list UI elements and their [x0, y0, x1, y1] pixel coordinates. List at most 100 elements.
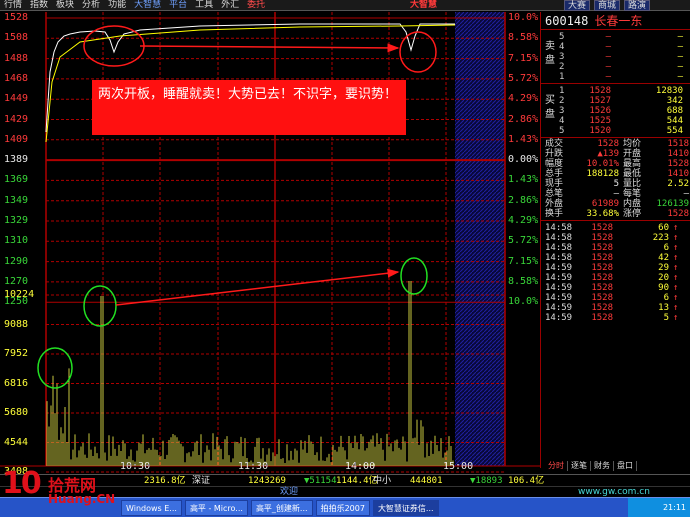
menu-item[interactable]: 功能: [104, 0, 130, 11]
tick-direction-icon: ↑: [673, 233, 679, 243]
orderbook-volume: 544: [666, 116, 683, 126]
sell-orderbook: 卖盘 5— —4— —3— —2— —1— —: [541, 30, 690, 84]
tick-volume: 6: [663, 293, 669, 303]
stats-block: 成交 1528 均价 1518 升跌 ▲139 开盘 1410 幅度 10.01% 最高 1528 总手…: [541, 138, 690, 221]
orderbook-volume: —: [677, 62, 683, 72]
time-tick-label: 11:30: [238, 461, 269, 472]
tick-time: 14:58: [545, 243, 573, 253]
menu-item[interactable]: 行情: [0, 0, 26, 11]
menu-item[interactable]: 分析: [78, 0, 104, 11]
stat-row: 总笔 — 每笔 —: [541, 189, 690, 199]
task-list: Windows E... 高平 - Micro... 高平_创建新... 拍拍乐200…: [118, 499, 439, 516]
menu-item[interactable]: 指数: [26, 0, 52, 11]
orderbook-volume: —: [677, 32, 683, 42]
price-tick-label: 1488: [4, 52, 29, 64]
panel-tab[interactable]: 盘口: [614, 461, 637, 471]
tick-time: 14:58: [545, 253, 573, 263]
orderbook-row: 5 1520 554: [541, 126, 690, 136]
quote-panel: 600148 长春一东 卖盘 5— —4— —3— —2— —1— — 买盘 1 1528 12…: [540, 12, 690, 468]
circle-marker: [400, 257, 428, 295]
tick-list: 14:58 1528 60 ↑ 14:58 1528 223 ↑ 14:58 1528 6 ↑ 14:5…: [541, 221, 690, 323]
stock-name: 长春一东: [594, 14, 643, 28]
orderbook-price: 1525: [589, 116, 611, 126]
menu-item[interactable]: 平台: [165, 0, 191, 11]
orderbook-row: 4 1525 544: [541, 116, 690, 126]
tick-price: 1528: [591, 253, 613, 263]
top-tab[interactable]: 大赛: [564, 0, 591, 11]
stat-label: 开盘: [623, 149, 642, 159]
stat-label: 最高: [623, 159, 642, 169]
tick-price: 1528: [591, 293, 613, 303]
tick-price: 1528: [591, 273, 613, 283]
time-tick-label: 14:00: [345, 461, 376, 472]
price-tick-label: 1310: [4, 235, 29, 247]
pct-tick-label: 4.29%: [508, 215, 539, 226]
stat-value: 1528: [597, 139, 619, 149]
time-tick-label: 15:00: [443, 461, 474, 472]
orderbook-volume: —: [677, 52, 683, 62]
stat-row: 总手 188128 最低 1410: [541, 169, 690, 179]
tick-row: 14:59 1528 20 ↑: [541, 273, 690, 283]
stat-label: 均价: [623, 139, 642, 149]
menu-item[interactable]: 工具: [191, 0, 217, 11]
orderbook-volume: —: [677, 42, 683, 52]
taskbar-button[interactable]: 高平 - Micro...: [184, 499, 248, 516]
stat-value: 2.52: [667, 179, 689, 189]
top-tab[interactable]: 商城: [594, 0, 621, 11]
menu-item[interactable]: 外汇: [217, 0, 243, 11]
watermark-text-b: Huang.CN: [48, 492, 116, 506]
tick-price: 1528: [591, 283, 613, 293]
stat-label: 内盘: [623, 199, 642, 209]
stat-label: 每笔: [623, 189, 642, 199]
stat-value: 5: [613, 179, 619, 189]
annotation-text: 两次开板，睡醒就卖！大势已去！不识字，要识势！: [98, 87, 398, 102]
menu-item[interactable]: 委托: [243, 0, 269, 11]
menu-item[interactable]: 大智慧: [130, 0, 165, 11]
stat-value: —: [683, 189, 689, 199]
stat-label: 最低: [623, 169, 642, 179]
price-tick-label: 1508: [4, 32, 29, 44]
stat-value: 1528: [667, 159, 689, 169]
tick-direction-icon: ↑: [673, 313, 679, 323]
orderbook-price: —: [605, 42, 611, 52]
pct-tick-label: 5.72%: [508, 72, 539, 84]
tick-volume: 90: [658, 283, 669, 293]
taskbar-button[interactable]: 拍拍乐2007: [315, 499, 370, 516]
volume-tick-label: 5680: [4, 407, 29, 418]
pct-tick-label: 2.86%: [508, 113, 539, 125]
top-tab[interactable]: 路演: [624, 0, 651, 11]
price-tick-label: 1409: [4, 133, 29, 145]
panel-tab[interactable]: 分时: [545, 461, 568, 471]
panel-tab[interactable]: 逐笔: [568, 461, 591, 471]
tick-volume: 20: [658, 273, 669, 283]
system-tray-clock[interactable]: 21:11: [628, 498, 690, 517]
tick-time: 14:59: [545, 313, 573, 323]
taskbar-button[interactable]: 高平_创建新...: [250, 499, 313, 516]
price-tick-label: 1449: [4, 93, 29, 105]
stat-row: 外盘 61989 内盘 126139: [541, 199, 690, 209]
orderbook-row: 2 — —: [541, 62, 690, 72]
orderbook-level: 1: [559, 86, 565, 96]
tick-volume: 42: [658, 253, 669, 263]
panel-tabs: 分时 逐笔 财务 盘口: [545, 461, 637, 471]
buy-orderbook: 买盘 1 1528 12830 2 1527 342 3 1526 688 4 1525 544 5 15…: [541, 84, 690, 138]
arrow-top: [139, 43, 400, 53]
panel-tab[interactable]: 财务: [591, 461, 614, 471]
orderbook-price: —: [605, 32, 611, 42]
stat-label: 总笔: [545, 189, 564, 199]
orderbook-level: 2: [559, 62, 565, 72]
pct-tick-label: 8.58%: [508, 275, 539, 287]
stock-code: 600148: [545, 14, 589, 28]
orderbook-row: 5 — —: [541, 32, 690, 42]
orderbook-level: 5: [559, 32, 565, 42]
annotation-box: 两次开板，睡醒就卖！大势已去！不识字，要识势！: [92, 80, 406, 135]
circle-marker: [83, 285, 117, 327]
taskbar-button[interactable]: 大智慧证券信...: [372, 499, 439, 516]
tick-row: 14:59 1528 6 ↑: [541, 293, 690, 303]
tick-price: 1528: [591, 233, 613, 243]
pct-tick-label: 0.00%: [508, 154, 539, 166]
stat-label: 量比: [623, 179, 642, 189]
menu-item[interactable]: 板块: [52, 0, 78, 11]
orderbook-level: 2: [559, 96, 565, 106]
stat-row: 成交 1528 均价 1518: [541, 139, 690, 149]
